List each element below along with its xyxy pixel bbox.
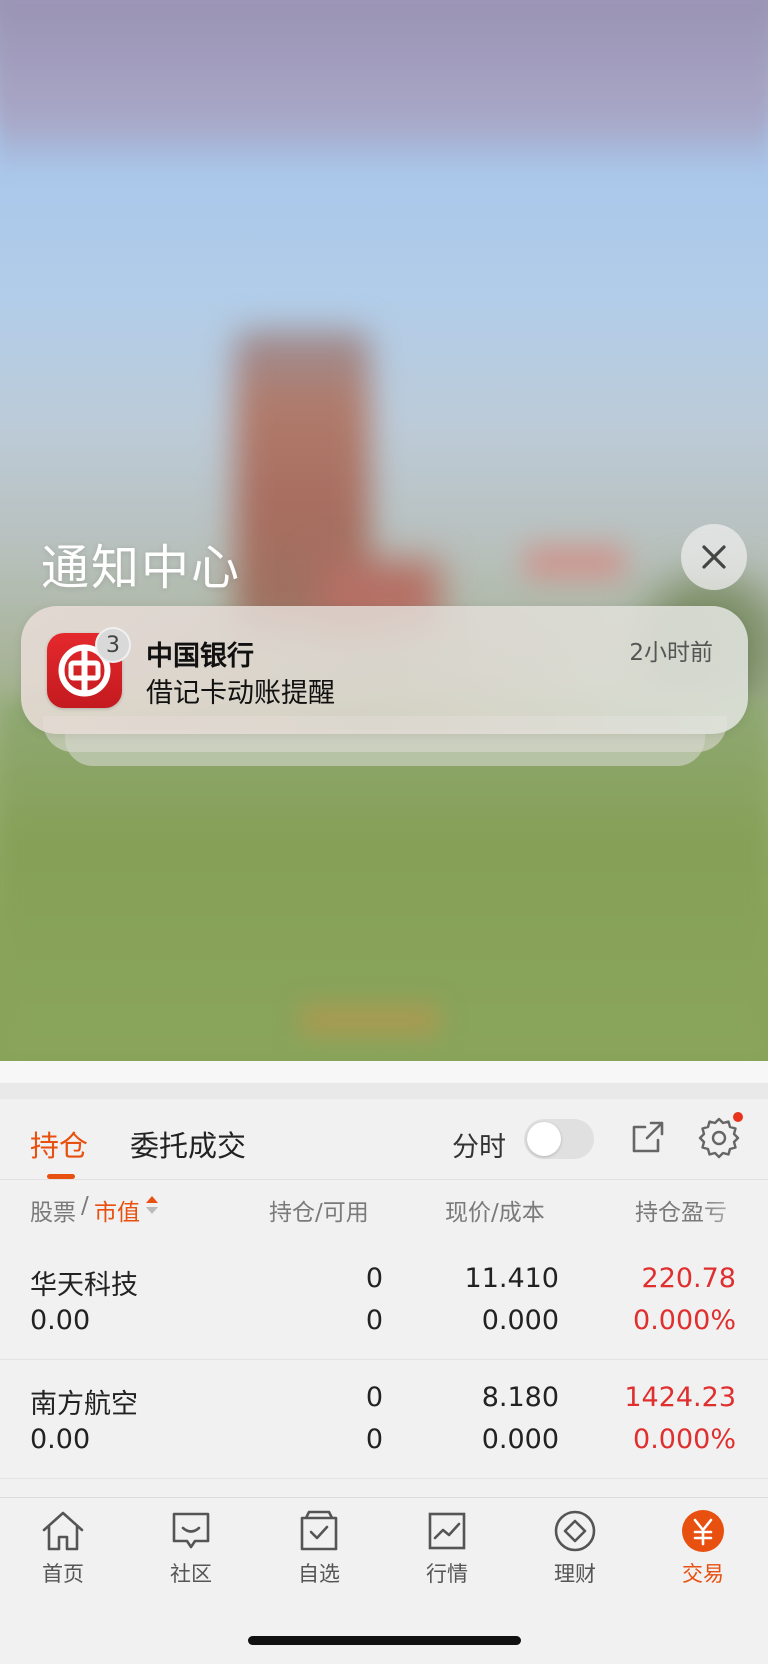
home-indicator[interactable] — [248, 1636, 521, 1645]
stock-pnl-pct: 0.000% — [633, 1305, 736, 1336]
stock-name: 华天科技 — [30, 1270, 138, 1301]
stock-cost: 0.000 — [481, 1305, 559, 1336]
settings-notification-dot — [733, 1112, 743, 1122]
stock-pnl: 1424.23 — [624, 1382, 736, 1413]
stock-price: 11.410 — [464, 1263, 559, 1294]
tabbar-item-home[interactable]: 首页 — [13, 1508, 113, 1588]
stock-market-value: 0.00 — [30, 1424, 91, 1455]
stock-position: 0 — [365, 1382, 383, 1413]
notification-app-name: 中国银行 — [146, 641, 254, 672]
wallpaper-top-strip — [0, 0, 768, 175]
close-notifications-button[interactable] — [681, 524, 747, 590]
header-market-value[interactable]: 市值 — [94, 1193, 140, 1227]
notification-message: 借记卡动账提醒 — [146, 678, 335, 709]
tab-orders-trades[interactable]: 委托成交 — [130, 1123, 246, 1165]
trade-icon — [682, 1510, 724, 1552]
table-row[interactable]: 华天科技 0.00 0 0 11.410 0.000 220.78 0.000% — [0, 1241, 768, 1360]
stock-price: 8.180 — [481, 1382, 559, 1413]
stock-cost: 0.000 — [481, 1424, 559, 1455]
active-tab-indicator — [47, 1174, 75, 1179]
notification-count-badge: 3 — [95, 627, 131, 663]
wallpaper-patch — [300, 1005, 440, 1035]
header-stock: 股票 — [30, 1200, 76, 1226]
community-icon — [172, 1512, 210, 1549]
tabbar-item-community[interactable]: 社区 — [141, 1508, 241, 1588]
fenshi-label: 分时 — [452, 1132, 506, 1163]
tabbar-item-market[interactable]: 行情 — [397, 1508, 497, 1588]
tabbar-label: 交易 — [682, 1562, 724, 1586]
stock-market-value: 0.00 — [30, 1305, 91, 1336]
close-icon — [702, 545, 726, 569]
wallpaper-flag — [525, 545, 625, 580]
stock-pnl: 220.78 — [641, 1263, 736, 1294]
stock-pnl-pct: 0.000% — [633, 1424, 736, 1455]
tab-holdings[interactable]: 持仓 — [30, 1123, 88, 1165]
tabbar-label: 社区 — [170, 1562, 212, 1586]
market-icon — [428, 1512, 466, 1550]
stock-position: 0 — [365, 1263, 383, 1294]
tabbar-label: 理财 — [554, 1562, 596, 1586]
notification-card[interactable] — [21, 606, 748, 734]
wealth-icon — [554, 1510, 596, 1552]
tabbar-label: 首页 — [42, 1562, 84, 1586]
notification-center-title: 通知中心 — [41, 540, 242, 596]
header-price-cost: 现价/成本 — [445, 1200, 545, 1226]
share-icon[interactable] — [630, 1119, 666, 1155]
tabbar-item-wealth[interactable]: 理财 — [525, 1508, 625, 1588]
tabbar-label: 行情 — [426, 1562, 468, 1586]
tabbar-item-watchlist[interactable]: 自选 — [269, 1508, 369, 1588]
header-fade — [700, 1180, 768, 1240]
gear-icon[interactable] — [698, 1117, 740, 1159]
table-row[interactable]: 南方航空 0.00 0 0 8.180 0.000 1424.23 0.000% — [0, 1360, 768, 1479]
sort-icon[interactable] — [145, 1194, 159, 1216]
stock-available: 0 — [365, 1424, 383, 1455]
stock-available: 0 — [365, 1305, 383, 1336]
watchlist-icon — [300, 1510, 338, 1551]
panel-separator — [0, 1083, 768, 1099]
holdings-table-header: 股票 / 市值 持仓/可用 现价/成本 持仓盈亏 — [0, 1180, 768, 1240]
stock-name: 南方航空 — [30, 1389, 138, 1420]
header-position-available: 持仓/可用 — [269, 1200, 369, 1226]
toggle-knob — [527, 1122, 561, 1156]
tabbar-item-trade[interactable]: 交易 — [653, 1508, 753, 1588]
header-slash: / — [81, 1193, 89, 1219]
tabbar-label: 自选 — [298, 1562, 340, 1586]
fenshi-toggle[interactable] — [524, 1119, 594, 1159]
trade-tabs: 持仓 委托成交 分时 — [0, 1099, 768, 1180]
notification-time: 2小时前 — [629, 640, 713, 666]
home-icon — [42, 1511, 84, 1551]
panel-top-bar — [0, 1061, 768, 1083]
